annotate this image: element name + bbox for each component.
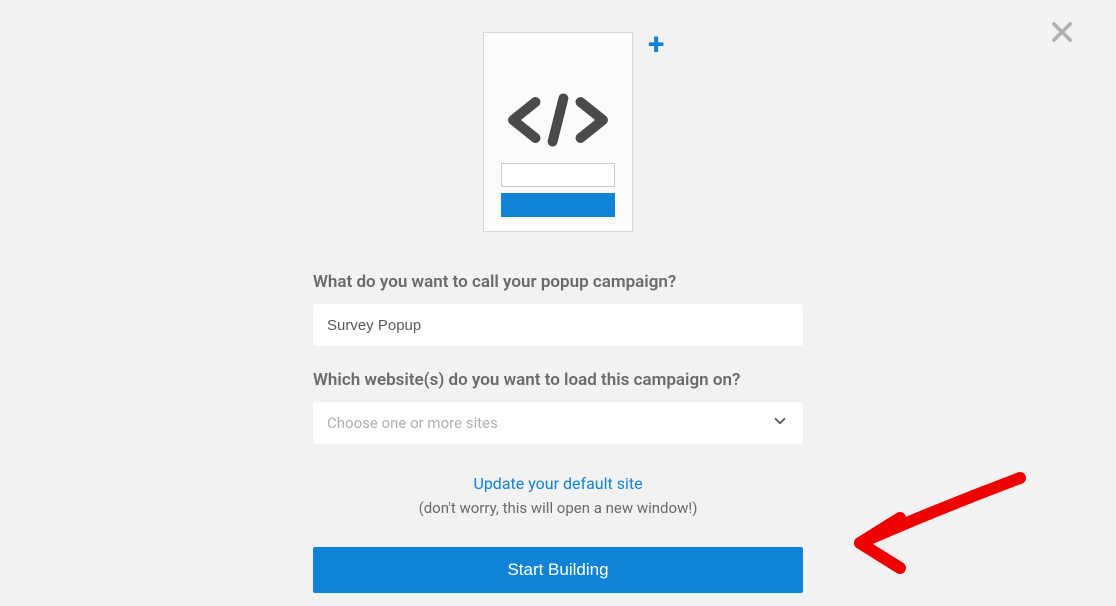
update-default-site-link[interactable]: Update your default site (473, 474, 642, 493)
new-window-note: (don't worry, this will open a new windo… (313, 499, 803, 517)
website-label: Which website(s) do you want to load thi… (313, 370, 803, 390)
campaign-name-input[interactable] (313, 304, 803, 346)
start-building-button[interactable]: Start Building (313, 547, 803, 593)
form-wrapper: + What do you want to call your popup ca… (313, 0, 803, 593)
close-button[interactable] (1048, 18, 1076, 46)
code-icon (504, 93, 612, 151)
preview-button-bar (501, 193, 615, 217)
close-icon (1048, 18, 1076, 46)
website-select[interactable]: Choose one or more sites (313, 402, 803, 444)
annotation-arrow (830, 468, 1040, 592)
preview-input-box (501, 163, 615, 187)
chevron-down-icon (771, 412, 789, 434)
website-select-placeholder: Choose one or more sites (327, 414, 498, 432)
plus-icon: + (648, 30, 664, 60)
template-preview-card (483, 32, 633, 232)
campaign-name-label: What do you want to call your popup camp… (313, 272, 803, 292)
default-site-link-row: Update your default site (313, 474, 803, 493)
